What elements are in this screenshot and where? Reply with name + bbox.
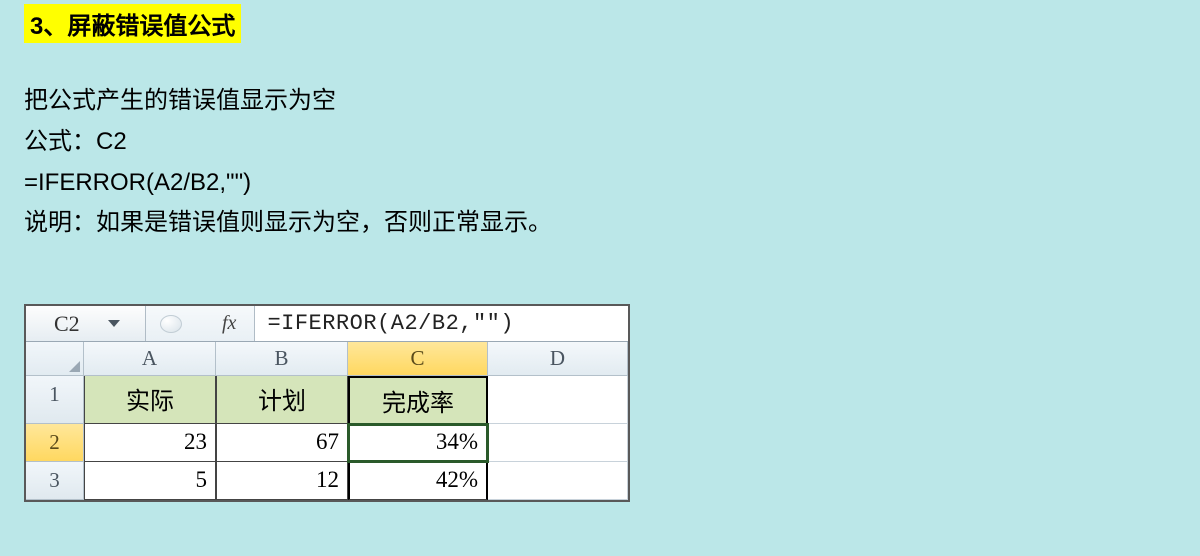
row-header-2[interactable]: 2 xyxy=(26,424,84,462)
cell-a3[interactable]: 5 xyxy=(84,462,216,500)
desc-line-2: 公式：C2 xyxy=(24,122,1200,163)
col-header-c[interactable]: C xyxy=(348,342,488,376)
row-header-1[interactable]: 1 xyxy=(26,376,84,424)
cell-a1[interactable]: 实际 xyxy=(84,376,216,424)
cell-c1[interactable]: 完成率 xyxy=(348,376,488,424)
desc-line-4: 说明：如果是错误值则显示为空，否则正常显示。 xyxy=(24,203,1200,244)
desc-line-1: 把公式产生的错误值显示为空 xyxy=(24,81,1200,122)
spreadsheet: C2 fx =IFERROR(A2/B2,″″) A B C D 1 实际 计划… xyxy=(24,304,630,502)
row-header-3[interactable]: 3 xyxy=(26,462,84,500)
cancel-icon[interactable] xyxy=(160,315,182,333)
cell-b3[interactable]: 12 xyxy=(216,462,348,500)
description-block: 把公式产生的错误值显示为空 公式：C2 =IFERROR(A2/B2,"") 说… xyxy=(24,81,1200,244)
section-title: 3、屏蔽错误值公式 xyxy=(24,4,241,43)
select-all-corner[interactable] xyxy=(26,342,84,376)
formula-input[interactable]: =IFERROR(A2/B2,″″) xyxy=(255,306,628,341)
cell-d1[interactable] xyxy=(488,376,628,424)
active-cell-ref: C2 xyxy=(54,311,80,337)
col-header-b[interactable]: B xyxy=(216,342,348,376)
cell-b1[interactable]: 计划 xyxy=(216,376,348,424)
col-header-d[interactable]: D xyxy=(488,342,628,376)
fx-icon[interactable]: fx xyxy=(222,312,246,335)
cell-grid: A B C D 1 实际 计划 完成率 2 23 67 34% 3 5 12 4… xyxy=(26,342,628,500)
cell-d2[interactable] xyxy=(488,424,628,462)
cell-c2[interactable]: 34% xyxy=(348,424,488,462)
fx-section: fx xyxy=(146,306,255,341)
cell-b2[interactable]: 67 xyxy=(216,424,348,462)
name-box[interactable]: C2 xyxy=(26,306,146,341)
cell-a2[interactable]: 23 xyxy=(84,424,216,462)
cell-d3[interactable] xyxy=(488,462,628,500)
dropdown-icon[interactable] xyxy=(108,320,120,327)
desc-line-3: =IFERROR(A2/B2,"") xyxy=(24,163,1200,204)
col-header-a[interactable]: A xyxy=(84,342,216,376)
formula-bar: C2 fx =IFERROR(A2/B2,″″) xyxy=(26,306,628,342)
cell-c3[interactable]: 42% xyxy=(348,462,488,500)
